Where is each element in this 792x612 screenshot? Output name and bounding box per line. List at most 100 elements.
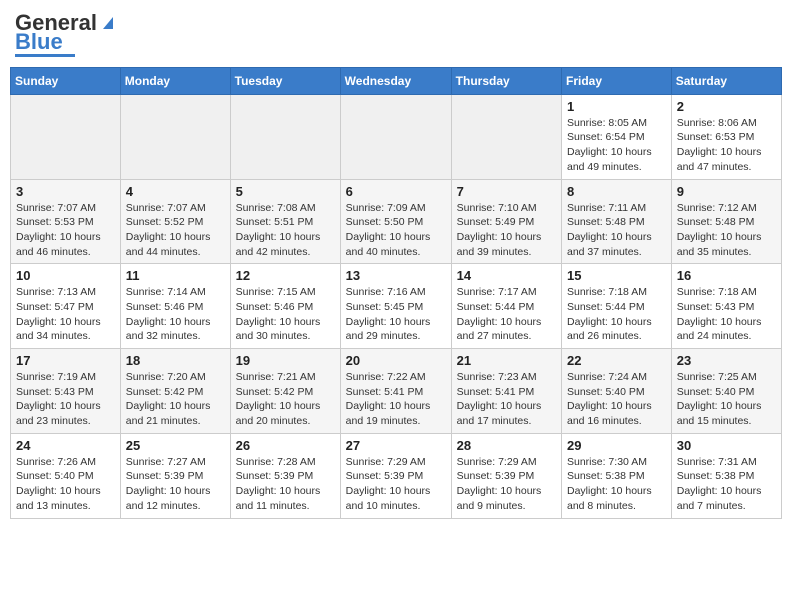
calendar-day-cell: 14 Sunrise: 7:17 AM Sunset: 5:44 PM Dayli… [451, 264, 561, 349]
calendar-day-cell: 17 Sunrise: 7:19 AM Sunset: 5:43 PM Dayli… [11, 349, 121, 434]
calendar-day-cell: 18 Sunrise: 7:20 AM Sunset: 5:42 PM Dayli… [120, 349, 230, 434]
calendar-day-cell: 6 Sunrise: 7:09 AM Sunset: 5:50 PM Daylig… [340, 179, 451, 264]
day-info: Sunrise: 7:10 AM Sunset: 5:49 PM Dayligh… [457, 201, 556, 260]
day-info: Sunrise: 7:25 AM Sunset: 5:40 PM Dayligh… [677, 370, 776, 429]
day-info: Sunrise: 7:19 AM Sunset: 5:43 PM Dayligh… [16, 370, 115, 429]
day-info: Sunrise: 7:07 AM Sunset: 5:53 PM Dayligh… [16, 201, 115, 260]
calendar-day-cell: 15 Sunrise: 7:18 AM Sunset: 5:44 PM Dayli… [562, 264, 672, 349]
calendar-day-cell: 3 Sunrise: 7:07 AM Sunset: 5:53 PM Daylig… [11, 179, 121, 264]
day-number: 14 [457, 268, 556, 283]
calendar-header-sunday: Sunday [11, 67, 121, 94]
day-info: Sunrise: 7:16 AM Sunset: 5:45 PM Dayligh… [346, 285, 446, 344]
day-number: 11 [126, 268, 225, 283]
calendar-day-cell: 29Sunrise: 7:30 AM Sunset: 5:38 PM Dayli… [562, 433, 672, 518]
day-number: 15 [567, 268, 666, 283]
day-info: Sunrise: 7:07 AM Sunset: 5:52 PM Dayligh… [126, 201, 225, 260]
day-info: Sunrise: 7:18 AM Sunset: 5:43 PM Dayligh… [677, 285, 776, 344]
day-info: Sunrise: 7:23 AM Sunset: 5:41 PM Dayligh… [457, 370, 556, 429]
page: General Blue SundayMondayTuesdayWednesda… [0, 0, 792, 529]
calendar-day-cell: 4 Sunrise: 7:07 AM Sunset: 5:52 PM Daylig… [120, 179, 230, 264]
calendar-day-cell: 28 Sunrise: 7:29 AM Sunset: 5:39 PM Dayli… [451, 433, 561, 518]
day-info: Sunrise: 7:31 AM Sunset: 5:38 PM Dayligh… [677, 455, 776, 514]
calendar-day-cell: 5 Sunrise: 7:08 AM Sunset: 5:51 PM Daylig… [230, 179, 340, 264]
day-info: Sunrise: 7:09 AM Sunset: 5:50 PM Dayligh… [346, 201, 446, 260]
calendar-day-cell: 1 Sunrise: 8:05 AM Sunset: 6:54 PM Daylig… [562, 94, 672, 179]
day-number: 17 [16, 353, 115, 368]
calendar-week-row: 1 Sunrise: 8:05 AM Sunset: 6:54 PM Daylig… [11, 94, 782, 179]
calendar-day-cell [340, 94, 451, 179]
day-info: Sunrise: 8:05 AM Sunset: 6:54 PM Dayligh… [567, 116, 666, 175]
calendar-day-cell: 30 Sunrise: 7:31 AM Sunset: 5:38 PM Dayli… [671, 433, 781, 518]
day-info: Sunrise: 7:08 AM Sunset: 5:51 PM Dayligh… [236, 201, 335, 260]
calendar-table: SundayMondayTuesdayWednesdayThursdayFrid… [10, 67, 782, 519]
day-number: 7 [457, 184, 556, 199]
logo: General Blue [15, 10, 117, 57]
calendar-day-cell: 8 Sunrise: 7:11 AM Sunset: 5:48 PM Daylig… [562, 179, 672, 264]
day-number: 18 [126, 353, 225, 368]
calendar-day-cell: 10 Sunrise: 7:13 AM Sunset: 5:47 PM Dayli… [11, 264, 121, 349]
day-number: 6 [346, 184, 446, 199]
calendar-day-cell: 22Sunrise: 7:24 AM Sunset: 5:40 PM Dayli… [562, 349, 672, 434]
day-info: Sunrise: 7:18 AM Sunset: 5:44 PM Dayligh… [567, 285, 666, 344]
day-number: 8 [567, 184, 666, 199]
calendar-day-cell: 20Sunrise: 7:22 AM Sunset: 5:41 PM Dayli… [340, 349, 451, 434]
day-info: Sunrise: 7:17 AM Sunset: 5:44 PM Dayligh… [457, 285, 556, 344]
day-number: 25 [126, 438, 225, 453]
calendar-week-row: 17 Sunrise: 7:19 AM Sunset: 5:43 PM Dayli… [11, 349, 782, 434]
header: General Blue [10, 10, 782, 57]
day-info: Sunrise: 7:26 AM Sunset: 5:40 PM Dayligh… [16, 455, 115, 514]
calendar-day-cell: 21Sunrise: 7:23 AM Sunset: 5:41 PM Dayli… [451, 349, 561, 434]
day-info: Sunrise: 7:14 AM Sunset: 5:46 PM Dayligh… [126, 285, 225, 344]
calendar-header-friday: Friday [562, 67, 672, 94]
calendar-day-cell: 23 Sunrise: 7:25 AM Sunset: 5:40 PM Dayli… [671, 349, 781, 434]
calendar-day-cell: 19 Sunrise: 7:21 AM Sunset: 5:42 PM Dayli… [230, 349, 340, 434]
day-info: Sunrise: 7:11 AM Sunset: 5:48 PM Dayligh… [567, 201, 666, 260]
day-number: 2 [677, 99, 776, 114]
day-number: 23 [677, 353, 776, 368]
day-number: 9 [677, 184, 776, 199]
day-number: 13 [346, 268, 446, 283]
day-number: 28 [457, 438, 556, 453]
day-info: Sunrise: 7:29 AM Sunset: 5:39 PM Dayligh… [346, 455, 446, 514]
day-number: 27 [346, 438, 446, 453]
calendar-week-row: 24 Sunrise: 7:26 AM Sunset: 5:40 PM Dayli… [11, 433, 782, 518]
day-number: 4 [126, 184, 225, 199]
calendar-day-cell: 25 Sunrise: 7:27 AM Sunset: 5:39 PM Dayli… [120, 433, 230, 518]
calendar-day-cell: 24 Sunrise: 7:26 AM Sunset: 5:40 PM Dayli… [11, 433, 121, 518]
day-number: 5 [236, 184, 335, 199]
calendar-day-cell [11, 94, 121, 179]
calendar-header-wednesday: Wednesday [340, 67, 451, 94]
day-number: 26 [236, 438, 335, 453]
calendar-day-cell: 9 Sunrise: 7:12 AM Sunset: 5:48 PM Daylig… [671, 179, 781, 264]
day-info: Sunrise: 7:28 AM Sunset: 5:39 PM Dayligh… [236, 455, 335, 514]
day-number: 24 [16, 438, 115, 453]
calendar-day-cell: 27 Sunrise: 7:29 AM Sunset: 5:39 PM Dayli… [340, 433, 451, 518]
day-info: Sunrise: 7:15 AM Sunset: 5:46 PM Dayligh… [236, 285, 335, 344]
day-number: 30 [677, 438, 776, 453]
calendar-day-cell [120, 94, 230, 179]
day-number: 1 [567, 99, 666, 114]
calendar-week-row: 3 Sunrise: 7:07 AM Sunset: 5:53 PM Daylig… [11, 179, 782, 264]
logo-blue: Blue [15, 32, 63, 52]
day-number: 22 [567, 353, 666, 368]
calendar-day-cell: 16Sunrise: 7:18 AM Sunset: 5:43 PM Dayli… [671, 264, 781, 349]
day-info: Sunrise: 7:20 AM Sunset: 5:42 PM Dayligh… [126, 370, 225, 429]
day-info: Sunrise: 7:29 AM Sunset: 5:39 PM Dayligh… [457, 455, 556, 514]
day-number: 20 [346, 353, 446, 368]
calendar-day-cell: 11 Sunrise: 7:14 AM Sunset: 5:46 PM Dayli… [120, 264, 230, 349]
day-number: 3 [16, 184, 115, 199]
day-number: 19 [236, 353, 335, 368]
calendar-header-thursday: Thursday [451, 67, 561, 94]
day-info: Sunrise: 7:12 AM Sunset: 5:48 PM Dayligh… [677, 201, 776, 260]
day-info: Sunrise: 7:27 AM Sunset: 5:39 PM Dayligh… [126, 455, 225, 514]
calendar-day-cell [451, 94, 561, 179]
day-info: Sunrise: 7:13 AM Sunset: 5:47 PM Dayligh… [16, 285, 115, 344]
logo-underline [15, 54, 75, 57]
calendar-week-row: 10 Sunrise: 7:13 AM Sunset: 5:47 PM Dayli… [11, 264, 782, 349]
logo-triangle-icon [99, 13, 117, 31]
calendar-header-row: SundayMondayTuesdayWednesdayThursdayFrid… [11, 67, 782, 94]
day-info: Sunrise: 7:21 AM Sunset: 5:42 PM Dayligh… [236, 370, 335, 429]
day-number: 10 [16, 268, 115, 283]
day-number: 12 [236, 268, 335, 283]
day-number: 29 [567, 438, 666, 453]
